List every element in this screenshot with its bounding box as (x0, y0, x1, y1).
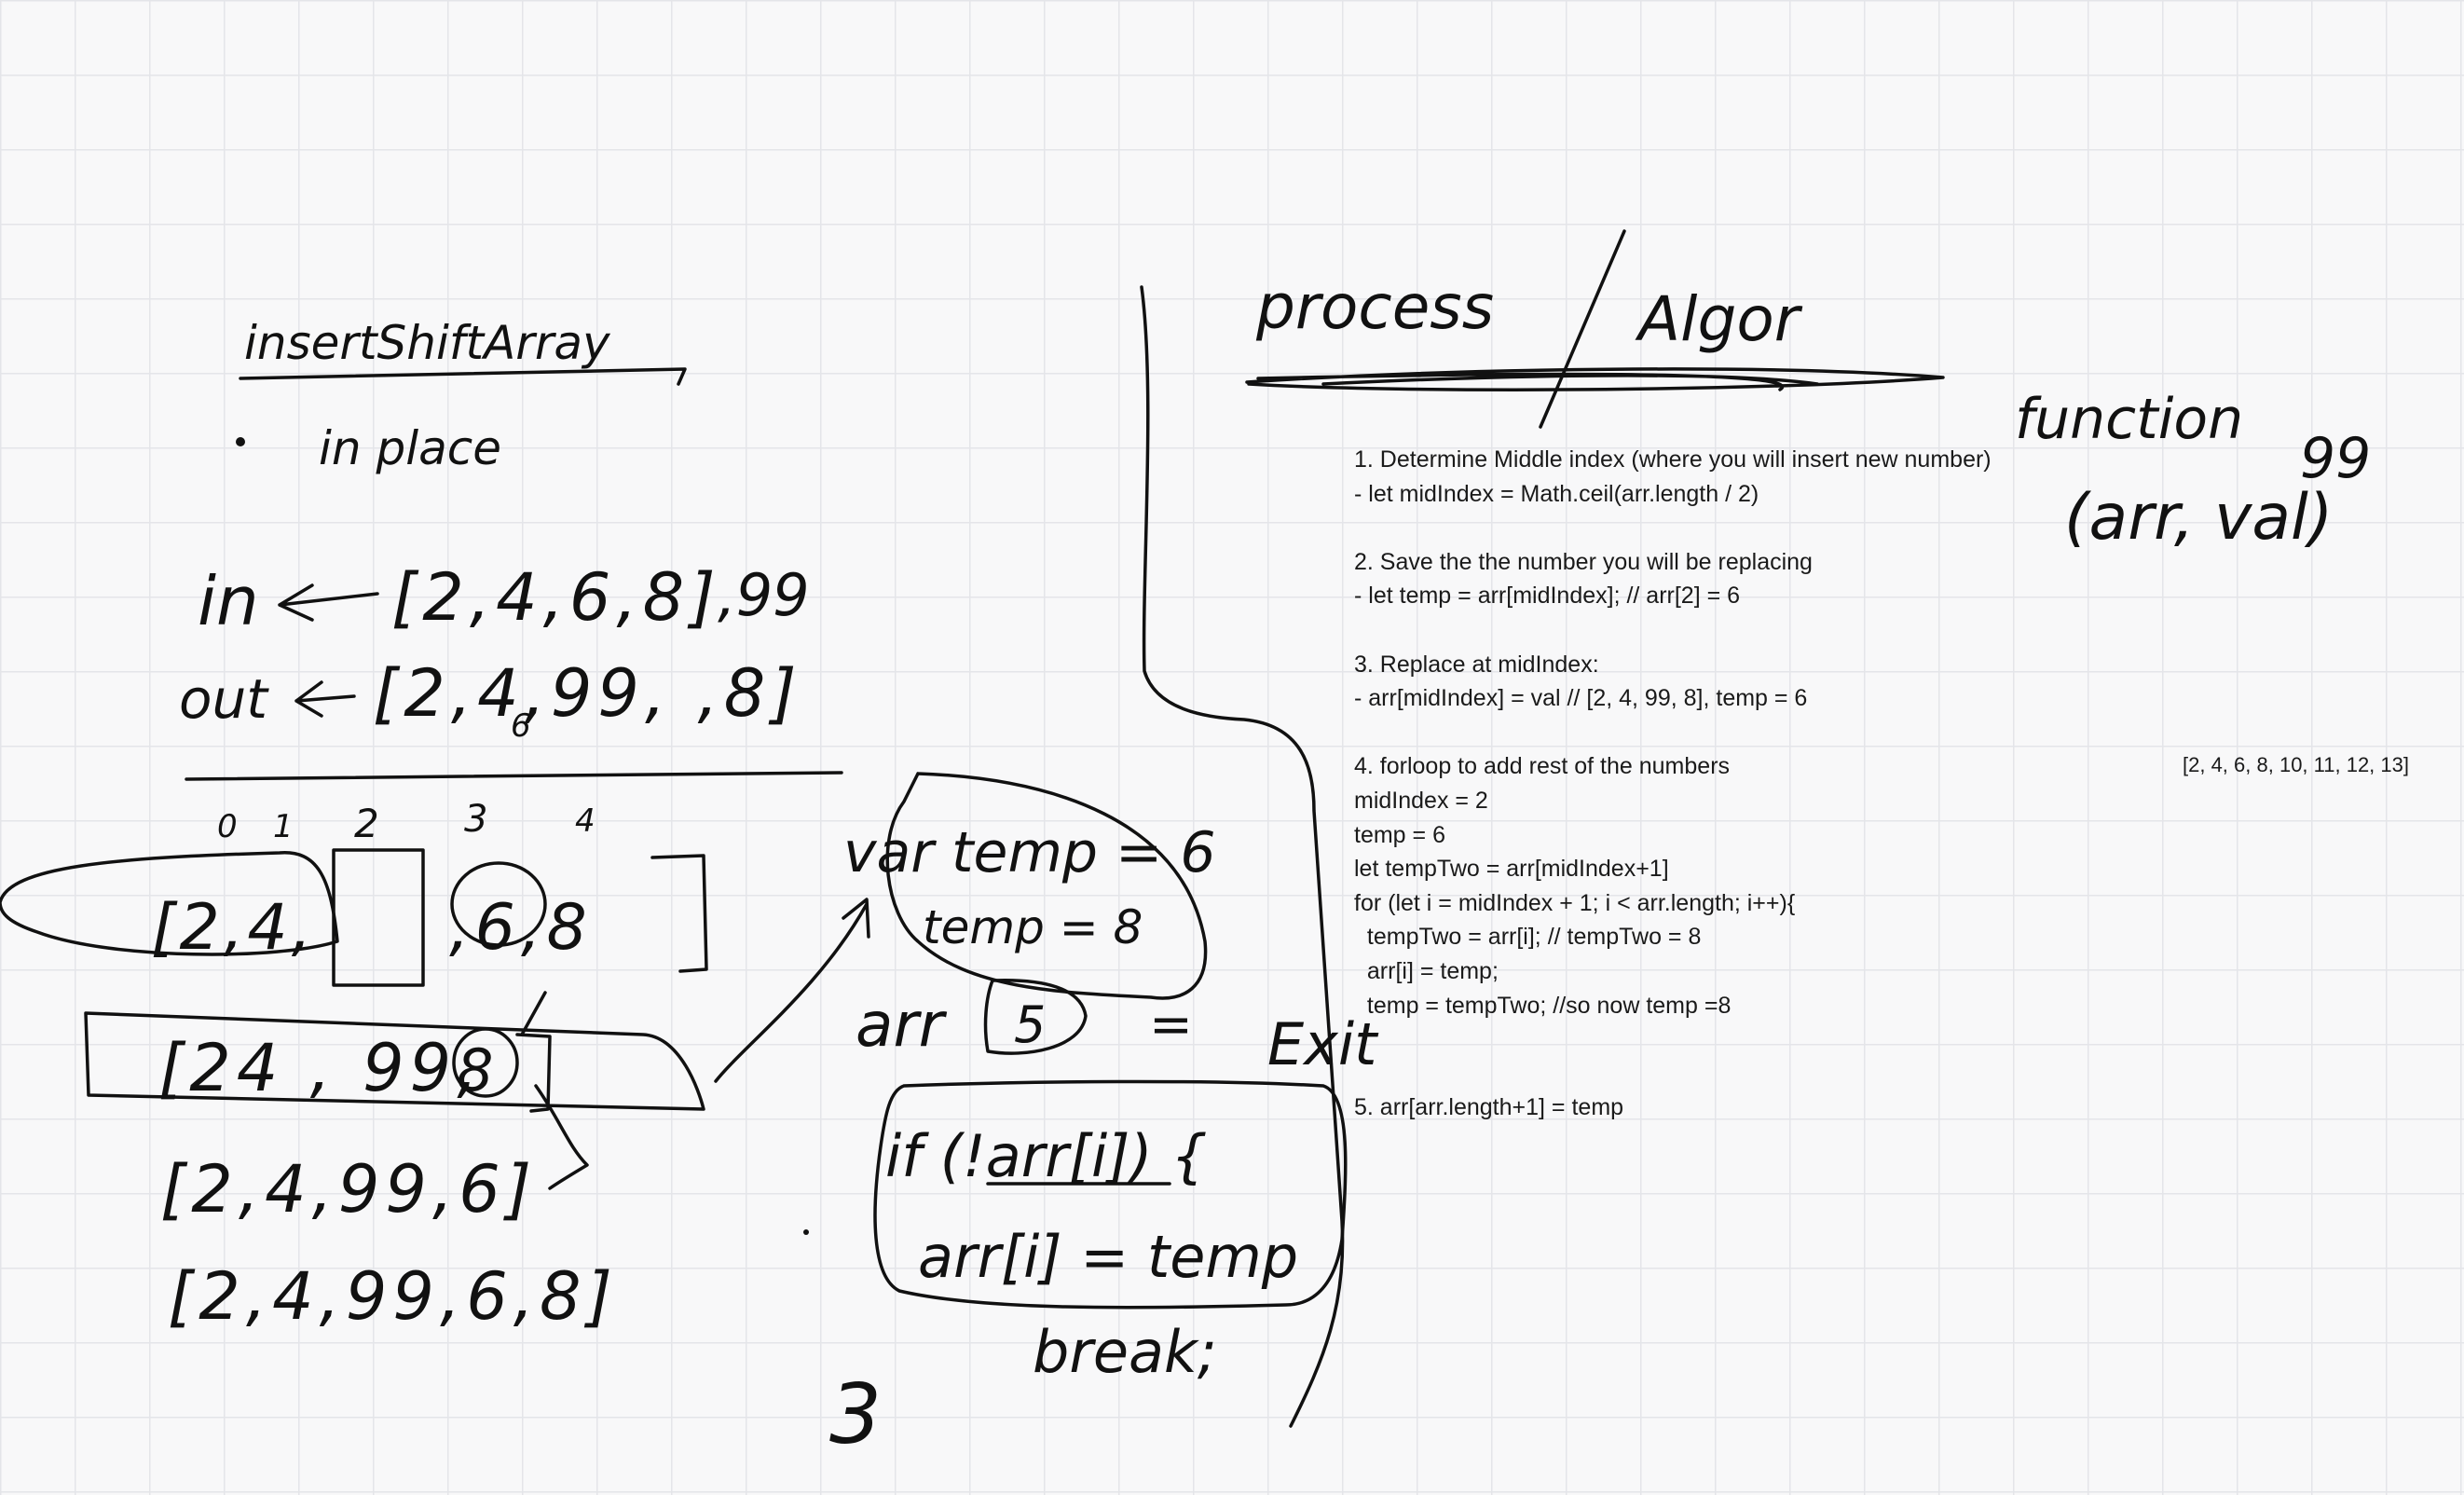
algo-line: for (let i = midIndex + 1; i < arr.lengt… (1354, 889, 1796, 916)
algo-line: midIndex = 2 (1354, 787, 1488, 814)
algo-line: - arr[midIndex] = val // [2, 4, 99, 8], … (1354, 685, 1808, 712)
algo-line: - let midIndex = Math.ceil(arr.length / … (1354, 480, 1759, 507)
assign-line: arr[i] = temp (918, 1223, 1298, 1291)
algo-line: arr[i] = temp; (1354, 957, 1499, 984)
index-0: 0 (217, 808, 238, 845)
row1-empty-slot (332, 848, 425, 987)
algo-line: 4. forloop to add rest of the numbers (1354, 753, 1731, 780)
row1-array-end: ,6,8 (449, 891, 593, 965)
algo-line (1354, 1057, 1992, 1091)
bullet-dot (236, 437, 245, 446)
index-2: 2 (354, 801, 379, 846)
out-extra-six: 6 (511, 707, 531, 745)
if-line: if (!arr[i]) { (885, 1122, 1208, 1190)
row4-array: [2,4,99,6,8] (168, 1258, 618, 1335)
function-word: function (2015, 387, 2243, 452)
heading-scribble-underline (1245, 367, 1945, 391)
algo-line (1354, 1022, 1992, 1057)
in-value: ,99 (718, 561, 810, 629)
divider-horizontal (185, 771, 843, 781)
algo-line: 5. arr[arr.length+1] = temp (1354, 1094, 1624, 1121)
algo-line: 3. Replace at midIndex: (1354, 651, 1599, 678)
row2-array: [24 , 99, (158, 1030, 483, 1106)
algor-heading: Algor (1635, 283, 1803, 355)
row3-array: [2,4,99,6] (160, 1151, 537, 1228)
out-array: [2,4,99, ,8] (373, 655, 802, 732)
var-temp-bubble (885, 772, 1208, 1000)
algo-line (1354, 716, 1992, 750)
in-place-note: in place (319, 421, 501, 475)
arr-circled-value: 5 (1014, 995, 1046, 1054)
break-line: break; (1033, 1318, 1217, 1386)
var-temp-text: var temp = 6 (843, 820, 1216, 885)
algo-line (1354, 613, 1992, 648)
algo-line (1354, 511, 1992, 545)
algo-line: 2. Save the the number you will be repla… (1354, 548, 1813, 575)
heading-slash (1539, 229, 1626, 429)
closing-brace: 3 (829, 1366, 882, 1462)
out-arrow (294, 680, 356, 718)
curve-to-var (714, 898, 870, 1083)
index-3: 3 (464, 798, 487, 841)
in-array: [2,4,6,8] (391, 559, 721, 636)
row1-array-start: [2,4, (151, 891, 315, 965)
in-label: in (198, 562, 259, 640)
arr-label: arr (856, 989, 948, 1061)
function-args: (arr, val) (2064, 481, 2333, 555)
algo-line: temp = 6 (1354, 821, 1445, 848)
algo-line: tempTwo = arr[i]; // tempTwo = 8 (1354, 924, 1702, 951)
title-handwritten: insertShiftArray (244, 316, 611, 370)
algo-line: let tempTwo = arr[midIndex+1] (1354, 856, 1669, 883)
whiteboard-ink: insertShiftArray in place in [2,4,6,8] ,… (0, 229, 2371, 1462)
algo-line: 1. Determine Middle index (where you wil… (1354, 446, 1992, 473)
equals-sign: = (1149, 994, 1193, 1055)
in-arrow (278, 583, 379, 622)
index-4: 4 (575, 802, 595, 840)
out-label: out (179, 667, 269, 731)
title-underline (239, 367, 687, 386)
algo-line: temp = tempTwo; //so now temp =8 (1354, 992, 1732, 1019)
algo-line: - let temp = arr[midIndex]; // arr[2] = … (1354, 583, 1741, 610)
stray-dot (803, 1229, 809, 1235)
process-heading: process (1255, 271, 1494, 343)
index-1: 1 (273, 808, 294, 845)
row1-bracket (650, 854, 708, 973)
temp-8-text: temp = 8 (923, 900, 1143, 954)
side-array-note: [2, 4, 6, 8, 10, 11, 12, 13] (2183, 753, 2409, 776)
algorithm-notes: 1. Determine Middle index (where you wil… (1354, 443, 1992, 1125)
